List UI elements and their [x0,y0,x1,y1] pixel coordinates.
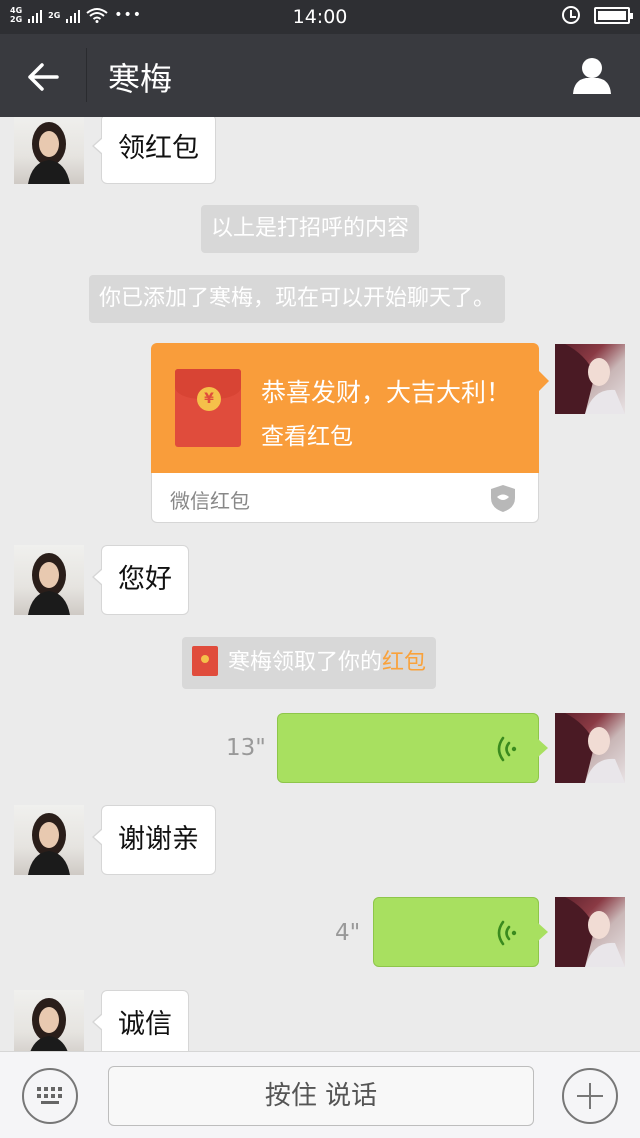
voice-message[interactable] [373,897,548,967]
chat-title: 寒梅 [108,60,173,98]
voice-wave-icon [497,920,517,946]
avatar-contact[interactable] [14,117,84,184]
self-photo [555,897,625,967]
system-message: 你已添加了寒梅，现在可以开始聊天了。 [89,275,506,323]
input-bar: 按住 说话 [0,1051,640,1138]
red-packet-link[interactable]: 红包 [382,650,426,675]
status-bar: 4G 2G 2G ••• 14:00 [0,0,640,34]
plus-icon[interactable] [562,1068,618,1124]
message-bubble-incoming[interactable]: 领红包 [92,117,216,184]
status-right [562,6,633,24]
battery-icon [594,6,633,24]
self-photo [555,344,625,414]
arrow-left-icon [28,63,59,91]
red-packet-action: 查看红包 [261,424,353,450]
alarm-icon [562,6,580,24]
voice-duration: 13" [226,735,266,761]
contact-photo [28,553,70,615]
back-button[interactable] [18,52,68,102]
avatar-contact[interactable] [14,990,84,1051]
red-packet-body: ¥ 恭喜发财，大吉大利！ 查看红包 [151,343,549,473]
red-packet-message[interactable]: ¥ 恭喜发财，大吉大利！ 查看红包 微信红包 [151,343,549,523]
message-bubble-incoming[interactable]: 您好 [92,545,189,615]
shield-icon [491,485,515,512]
red-packet-footer: 微信红包 [151,473,539,523]
message-bubble-incoming[interactable]: 谢谢亲 [92,805,216,875]
system-message: 以上是打招呼的内容 [201,205,420,253]
title-bar: 寒梅 [0,34,640,117]
system-message-packet-received: 寒梅领取了你的红包 [182,637,437,689]
red-envelope-icon: ¥ [175,369,241,447]
voice-duration: 4" [335,920,361,946]
hold-to-talk-button[interactable]: 按住 说话 [108,1066,534,1126]
status-time: 14:00 [292,6,348,28]
keyboard-toggle-button[interactable] [22,1068,78,1124]
avatar-self[interactable] [555,897,625,967]
contact-photo [28,813,70,875]
avatar-self[interactable] [555,344,625,414]
contact-photo [28,122,70,184]
self-photo [555,713,625,783]
red-envelope-icon [192,646,218,676]
person-icon [573,58,611,94]
contact-photo [30,998,68,1051]
red-packet-label: 微信红包 [170,489,250,513]
message-bubble-incoming[interactable]: 诚信 [92,990,189,1051]
chat-area[interactable]: 领红包 以上是打招呼的内容 你已添加了寒梅，现在可以开始聊天了。 ¥ 恭喜发财，… [0,117,640,1051]
avatar-contact[interactable] [14,545,84,615]
keyboard-icon [37,1087,62,1104]
avatar-contact[interactable] [14,805,84,875]
voice-message[interactable] [277,713,548,783]
title-divider [86,48,87,102]
profile-button[interactable] [570,54,614,98]
avatar-self[interactable] [555,713,625,783]
red-packet-greeting: 恭喜发财，大吉大利！ [261,378,512,407]
voice-wave-icon [497,736,517,762]
